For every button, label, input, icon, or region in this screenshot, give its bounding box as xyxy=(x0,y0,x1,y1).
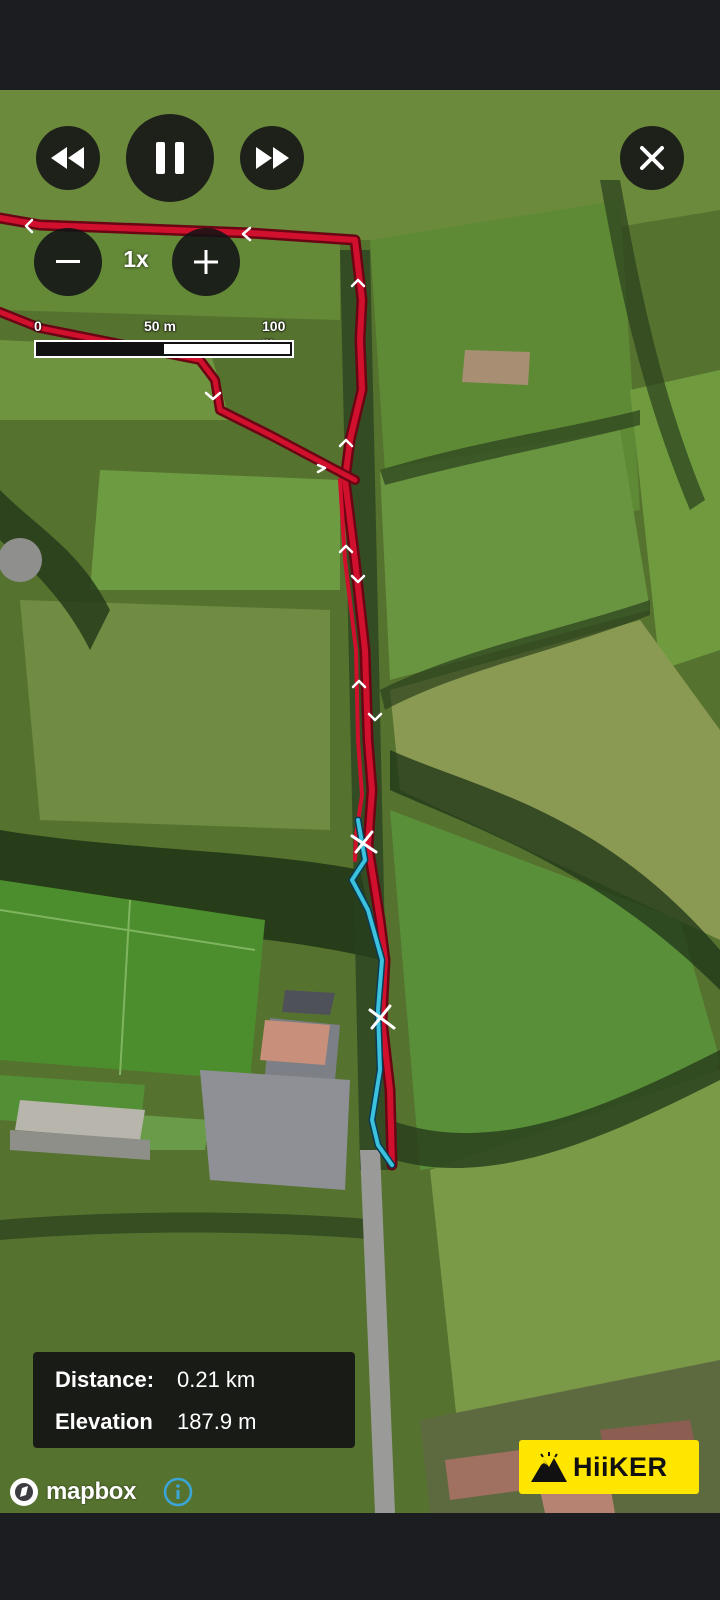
pause-icon xyxy=(156,142,184,174)
rewind-icon xyxy=(51,147,84,169)
playback-speed-label: 1x xyxy=(123,246,149,272)
elevation-value: 187.9 m xyxy=(177,1409,257,1434)
status-bar-area xyxy=(0,0,720,90)
scale-label-zero: 0 xyxy=(34,318,42,334)
info-icon[interactable] xyxy=(163,1477,193,1507)
minus-icon xyxy=(56,260,80,263)
scale-label-mid: 50 m xyxy=(144,318,176,334)
elevation-row: Elevation 187.9 m xyxy=(55,1409,257,1439)
mapbox-logo[interactable]: mapbox xyxy=(8,1475,137,1509)
decrease-speed-button[interactable] xyxy=(34,228,102,296)
hiiker-logo-text: HiiKER xyxy=(573,1451,668,1482)
rewind-button[interactable] xyxy=(36,126,100,190)
mountain-icon xyxy=(531,1452,567,1482)
close-icon xyxy=(640,146,664,170)
hiiker-logo-badge: HiiKER xyxy=(519,1440,699,1494)
fast-forward-icon xyxy=(256,147,289,169)
scale-bar-graphic xyxy=(34,340,294,358)
map-imagery xyxy=(0,90,720,1513)
elevation-label: Elevation xyxy=(55,1409,153,1434)
close-button[interactable] xyxy=(620,126,684,190)
track-info-panel: Distance: 0.21 km Elevation 187.9 m xyxy=(33,1352,355,1448)
fast-forward-button[interactable] xyxy=(240,126,304,190)
plus-icon xyxy=(194,250,218,274)
map-scale-bar: 0 50 m 100 m xyxy=(34,318,296,362)
pause-button[interactable] xyxy=(126,114,214,202)
satellite-map[interactable] xyxy=(0,90,720,1513)
distance-value: 0.21 km xyxy=(177,1367,256,1392)
distance-label: Distance: xyxy=(55,1367,155,1392)
distance-row: Distance: 0.21 km xyxy=(55,1367,255,1397)
mapbox-logo-icon xyxy=(10,1478,38,1506)
mapbox-wordmark: mapbox xyxy=(46,1478,137,1505)
increase-speed-button[interactable] xyxy=(172,228,240,296)
navigation-bar-area xyxy=(0,1513,720,1600)
